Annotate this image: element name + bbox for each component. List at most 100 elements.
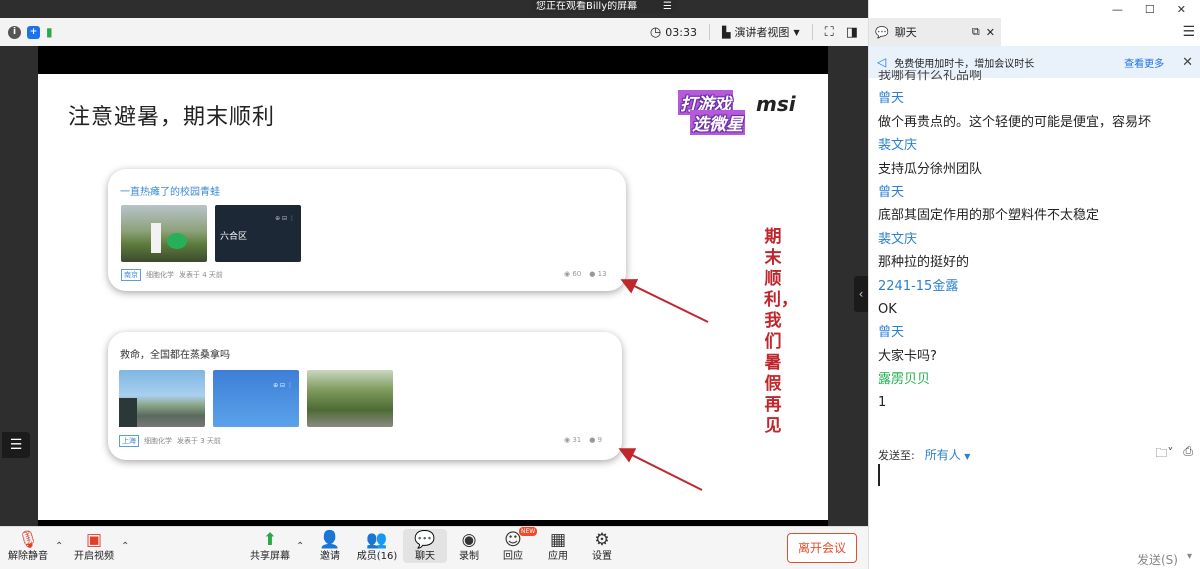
chevron-down-icon: ▼: [793, 27, 800, 37]
signal-icon[interactable]: ▮: [46, 25, 60, 39]
share-screen-icon: ⬆: [262, 530, 278, 550]
close-icon[interactable]: ✕: [986, 26, 995, 39]
chat-sender-name: 裴文庆: [878, 138, 918, 154]
clock-icon: ◷: [649, 24, 662, 40]
mic-muted-icon: 🎙: [17, 530, 39, 550]
chat-message-text: 底部其固定作用的那个塑料件不太稳定: [878, 208, 1100, 224]
shield-icon[interactable]: +: [27, 25, 40, 39]
maximize-icon[interactable]: ☐: [1145, 3, 1155, 16]
fullscreen-icon[interactable]: ⛶: [825, 25, 834, 40]
chat-sender-name: 曾天: [878, 325, 905, 341]
vertical-caption: 期末顺利，我们暑假再见: [764, 227, 798, 436]
shared-screen: 注意避暑，期末顺利 打游戏 选微星 msi 一直热瘫了的校园青蛙 六合区 ⊕ ⊟…: [0, 46, 868, 526]
chat-sender-name: 2241-15金露: [878, 278, 959, 294]
meeting-topbar: i + ▮ ◷ 03:33 ▙ 演讲者视图 ▼ ⛶ ◨: [0, 18, 868, 46]
viewing-banner[interactable]: 您正在观看Billy的屏幕 ☰: [530, 0, 678, 13]
chat-message-text: 支持瓜分徐州团队: [878, 161, 983, 177]
divider: [708, 24, 710, 40]
apps-button[interactable]: ▦ 应用: [536, 529, 580, 563]
chat-message-text: 1: [878, 395, 887, 411]
leave-meeting-button[interactable]: 离开会议: [787, 533, 857, 563]
hamburger-menu-icon[interactable]: ☰: [1182, 24, 1195, 40]
chat-button[interactable]: 💬 聊天: [403, 529, 447, 563]
popout-icon[interactable]: ⧉: [972, 25, 980, 39]
share-screen-label: 共享屏幕: [250, 551, 290, 562]
slide-border: [38, 46, 828, 74]
file-icon[interactable]: 🗀˅: [1155, 444, 1173, 465]
chevron-up-icon[interactable]: ⌃: [121, 541, 129, 552]
chevron-down-icon: ▼: [964, 452, 971, 461]
chat-label: 聊天: [415, 551, 435, 562]
chat-tabbar: 💬 聊天 ⧉ ✕ ☰: [869, 18, 1200, 46]
chat-icon: 💬: [414, 530, 436, 550]
chat-message-text: OK: [878, 301, 897, 317]
record-icon: ◉: [461, 530, 477, 550]
chat-sender-name: 露雳贝贝: [878, 372, 931, 388]
collapse-panel-icon[interactable]: ‹: [854, 276, 868, 312]
chat-panel: — ☐ ✕ 💬 聊天 ⧉ ✕ ☰ ◁ 免费使用加时卡，增加会议时长 查看更多 ✕…: [868, 0, 1200, 569]
chat-sender-name: 裴文庆: [878, 231, 918, 247]
megaphone-icon: ◁: [877, 55, 887, 69]
chat-sender-name: 曾天: [878, 184, 905, 200]
invite-button[interactable]: 👤 邀请: [308, 529, 352, 563]
arrow-2: [618, 448, 703, 491]
members-button[interactable]: 👥 成员(16): [355, 529, 399, 563]
chat-tab-label: 聊天: [894, 26, 917, 39]
meeting-window: 您正在观看Billy的屏幕 ☰ i + ▮ ◷ 03:33 ▙ 演讲者视图 ▼ …: [0, 0, 1200, 569]
start-video-label: 开启视频: [74, 551, 114, 562]
new-badge: NEW: [519, 527, 538, 536]
list-menu-icon[interactable]: ☰: [2, 432, 30, 458]
arrow-annotations: [618, 279, 709, 491]
reaction-button[interactable]: ☺ NEW 回应: [491, 527, 538, 563]
sidebar-toggle-icon[interactable]: ◨: [846, 25, 858, 40]
unmute-label: 解除静音: [8, 551, 48, 562]
meeting-area: i + ▮ ◷ 03:33 ▙ 演讲者视图 ▼ ⛶ ◨ 注意避暑，期末顺利 打游…: [0, 0, 868, 569]
close-icon[interactable]: ✕: [1182, 55, 1193, 70]
view-mode-label: 演讲者视图: [734, 26, 790, 39]
presentation-slide: 注意避暑，期末顺利 打游戏 选微星 msi 一直热瘫了的校园青蛙 六合区 ⊕ ⊟…: [38, 74, 828, 520]
chevron-down-icon[interactable]: ▾: [1187, 551, 1192, 562]
notice-text: 免费使用加时卡，增加会议时长: [894, 58, 1035, 70]
recipient-value: 所有人: [924, 448, 961, 462]
members-label: 成员(16): [356, 551, 398, 562]
unmute-button[interactable]: 🎙 解除静音: [6, 529, 50, 563]
chevron-up-icon[interactable]: ⌃: [55, 541, 63, 552]
chat-icon: 💬: [875, 25, 889, 39]
start-video-button[interactable]: ▣ 开启视频: [72, 529, 116, 563]
send-to-label: 发送至:: [878, 448, 915, 462]
info-icon[interactable]: i: [8, 25, 21, 39]
apps-grid-icon: ▦: [549, 530, 567, 550]
meeting-timer: 03:33: [665, 25, 697, 39]
invite-label: 邀请: [320, 551, 340, 562]
see-more-link[interactable]: 查看更多: [1124, 55, 1164, 70]
close-icon[interactable]: ✕: [1177, 3, 1186, 16]
chat-message-text: 那种拉的挺好的: [878, 255, 970, 271]
users-icon: 👥: [366, 530, 388, 550]
chat-message-text: 我哪有什么礼品啊: [878, 70, 983, 83]
minimize-icon[interactable]: —: [1112, 3, 1123, 16]
layout-icon: ▙: [721, 25, 731, 39]
send-button[interactable]: 发送(S): [1137, 551, 1178, 568]
record-label: 录制: [459, 551, 479, 562]
divider: [811, 24, 813, 40]
window-controls: — ☐ ✕: [1112, 0, 1200, 18]
settings-label: 设置: [592, 551, 612, 562]
screenshot-icon[interactable]: ⎙: [1183, 444, 1193, 465]
record-button[interactable]: ◉ 录制: [447, 529, 491, 563]
recipient-select[interactable]: 所有人 ▼: [925, 446, 971, 463]
reaction-label: 回应: [503, 551, 523, 562]
meeting-toolbar: 🎙 解除静音 ⌃ ▣ 开启视频 ⌃ ⬆ 共享屏幕 ⌃ 👤 邀请 👥 成员(16): [0, 526, 868, 569]
send-to-row: 发送至: 所有人 ▼ 🗀˅ ⎙: [878, 444, 1193, 465]
tab-chat[interactable]: 💬 聊天 ⧉ ✕: [869, 18, 1001, 46]
apps-label: 应用: [548, 551, 568, 562]
share-screen-button[interactable]: ⬆ 共享屏幕: [248, 529, 292, 563]
camera-off-icon: ▣: [85, 530, 103, 550]
chat-message-text: 大家卡吗?: [878, 348, 937, 364]
banner-menu-icon[interactable]: ☰: [663, 1, 672, 12]
chat-message-text: 做个再贵点的。这个轻便的可能是便宜，容易坏: [878, 114, 1152, 130]
chevron-up-icon[interactable]: ⌃: [296, 541, 304, 552]
chat-sender-name: 曾天: [878, 91, 905, 107]
settings-button[interactable]: ⚙ 设置: [580, 529, 624, 563]
view-mode-button[interactable]: ▙ 演讲者视图 ▼: [722, 24, 800, 40]
chat-input-cursor[interactable]: [878, 464, 880, 486]
